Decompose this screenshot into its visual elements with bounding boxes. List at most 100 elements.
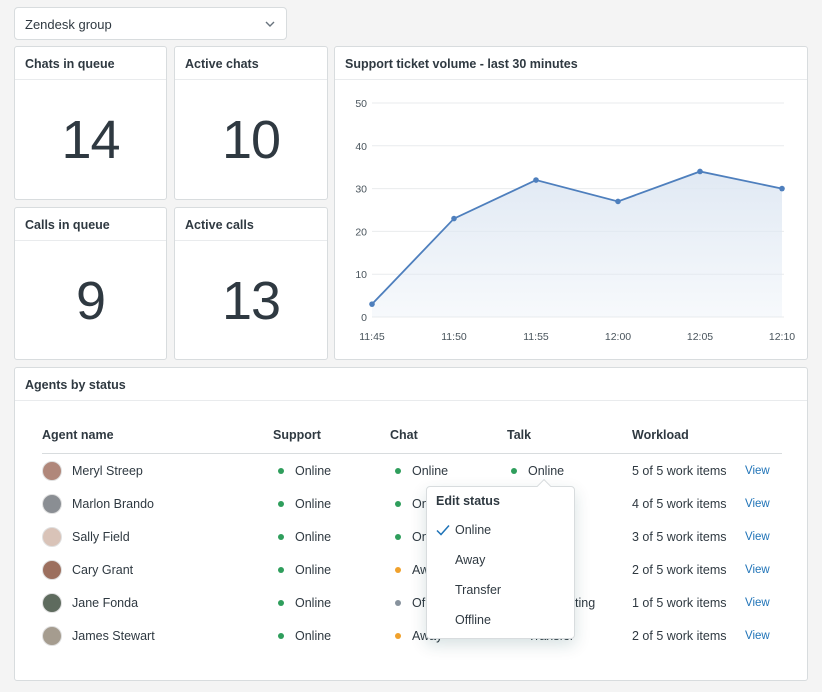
status-text: Online <box>295 628 332 643</box>
active-calls-value: 13 <box>221 270 281 331</box>
data-point <box>697 168 703 175</box>
status-text: Of <box>412 595 426 610</box>
view-link[interactable]: View <box>745 487 770 520</box>
status-dot <box>278 599 284 606</box>
status-option-away[interactable]: Away <box>455 553 485 567</box>
header-chat: Chat <box>390 428 418 442</box>
status-option-offline[interactable]: Offline <box>455 613 491 627</box>
x-tick-label: 12:00 <box>605 331 631 343</box>
status-text: Online <box>295 529 332 544</box>
chats-in-queue-value: 14 <box>61 110 120 170</box>
workload-text: 3 of 5 work items <box>632 529 727 544</box>
card-title: Chats in queue <box>15 47 166 80</box>
active-chats-card: Active chats 10 <box>174 46 328 200</box>
x-tick-label: 11:55 <box>523 331 549 343</box>
workload-text: 5 of 5 work items <box>632 463 727 478</box>
agent-cell: James Stewart <box>42 619 155 652</box>
agent-cell: Meryl Streep <box>42 454 143 487</box>
avatar <box>42 559 62 580</box>
support-status: Online <box>278 553 331 586</box>
data-point <box>369 301 375 307</box>
workload-text: 2 of 5 work items <box>632 562 727 577</box>
status-text: Online <box>295 595 332 610</box>
header-support: Support <box>273 428 321 442</box>
talk-status: ting <box>575 586 595 619</box>
group-select[interactable]: Zendesk group <box>14 7 287 40</box>
group-select-value: Zendesk group <box>25 17 112 32</box>
card-title: Active chats <box>175 47 327 80</box>
x-tick-label: 11:50 <box>441 331 467 343</box>
view-link[interactable]: View <box>745 619 770 652</box>
agent-cell: Jane Fonda <box>42 586 138 619</box>
y-tick-label: 50 <box>355 98 367 110</box>
table-row: Sally Field Online On 3 of 5 work items … <box>15 520 807 553</box>
status-dot <box>278 632 284 639</box>
header-talk: Talk <box>507 428 532 442</box>
status-dot <box>395 467 401 474</box>
workload-text: 4 of 5 work items <box>632 496 727 511</box>
table-row: Marlon Brando Online On 4 of 5 work item… <box>15 487 807 520</box>
avatar <box>42 493 62 514</box>
status-text: ting <box>575 595 596 610</box>
data-point <box>779 185 785 192</box>
status-text: Online <box>528 463 565 478</box>
table-row: Jane Fonda Online Of ting 1 of 5 work it… <box>15 586 807 619</box>
y-tick-label: 10 <box>355 269 367 281</box>
status-dot <box>395 599 401 606</box>
chat-status: Aw <box>395 553 429 586</box>
chat-status: Of <box>395 586 425 619</box>
chart-title: Support ticket volume - last 30 minutes <box>335 47 807 80</box>
status-dot <box>395 566 401 573</box>
edit-status-title: Edit status <box>436 494 500 508</box>
ticket-volume-chart-card: Support ticket volume - last 30 minutes … <box>334 46 808 360</box>
agent-cell: Sally Field <box>42 520 130 553</box>
agent-name: Marlon Brando <box>72 496 154 511</box>
header-workload: Workload <box>632 428 689 442</box>
view-link[interactable]: View <box>745 586 770 619</box>
agent-name: James Stewart <box>72 628 155 643</box>
agent-name: Cary Grant <box>72 562 134 577</box>
status-option-online[interactable]: Online <box>455 523 491 537</box>
status-dot <box>278 533 284 540</box>
status-dot <box>278 566 284 573</box>
y-tick-label: 40 <box>355 141 367 153</box>
chat-status: On <box>395 520 429 553</box>
view-link[interactable]: View <box>745 553 770 586</box>
x-tick-label: 12:10 <box>769 331 795 343</box>
active-chats-value: 10 <box>221 110 281 170</box>
status-option-transfer[interactable]: Transfer <box>455 583 501 597</box>
card-title: Calls in queue <box>15 208 166 241</box>
view-link[interactable]: View <box>745 454 770 487</box>
status-text: Online <box>412 463 449 478</box>
support-status: Online <box>278 520 331 553</box>
avatar <box>42 526 62 547</box>
chat-status: Online <box>395 454 448 487</box>
status-dot <box>395 632 401 639</box>
agent-cell: Marlon Brando <box>42 487 154 520</box>
chats-in-queue-card: Chats in queue 14 <box>14 46 167 200</box>
avatar <box>42 460 62 481</box>
x-tick-label: 11:45 <box>359 331 385 343</box>
calls-in-queue-value: 9 <box>75 270 106 331</box>
status-dot <box>395 533 401 540</box>
status-dot <box>278 467 284 474</box>
agent-cell: Cary Grant <box>42 553 133 586</box>
chevron-down-icon <box>265 21 275 27</box>
talk-status[interactable]: Online <box>511 454 564 487</box>
status-text: Online <box>295 562 332 577</box>
support-status: Online <box>278 487 331 520</box>
view-link[interactable]: View <box>745 520 770 553</box>
agent-name: Meryl Streep <box>72 463 143 478</box>
status-dot <box>511 467 517 474</box>
data-point <box>451 215 457 222</box>
table-row: James Stewart Online Away Transfer 2 of … <box>15 619 807 652</box>
status-text: Online <box>295 463 332 478</box>
avatar <box>42 625 62 646</box>
y-tick-label: 0 <box>361 312 367 324</box>
card-title: Active calls <box>175 208 327 241</box>
support-status: Online <box>278 586 331 619</box>
status-dot <box>278 500 284 507</box>
agents-by-status-card: Agents by status Agent name Support Chat… <box>14 367 808 681</box>
y-tick-label: 20 <box>355 226 367 238</box>
status-dot <box>395 500 401 507</box>
